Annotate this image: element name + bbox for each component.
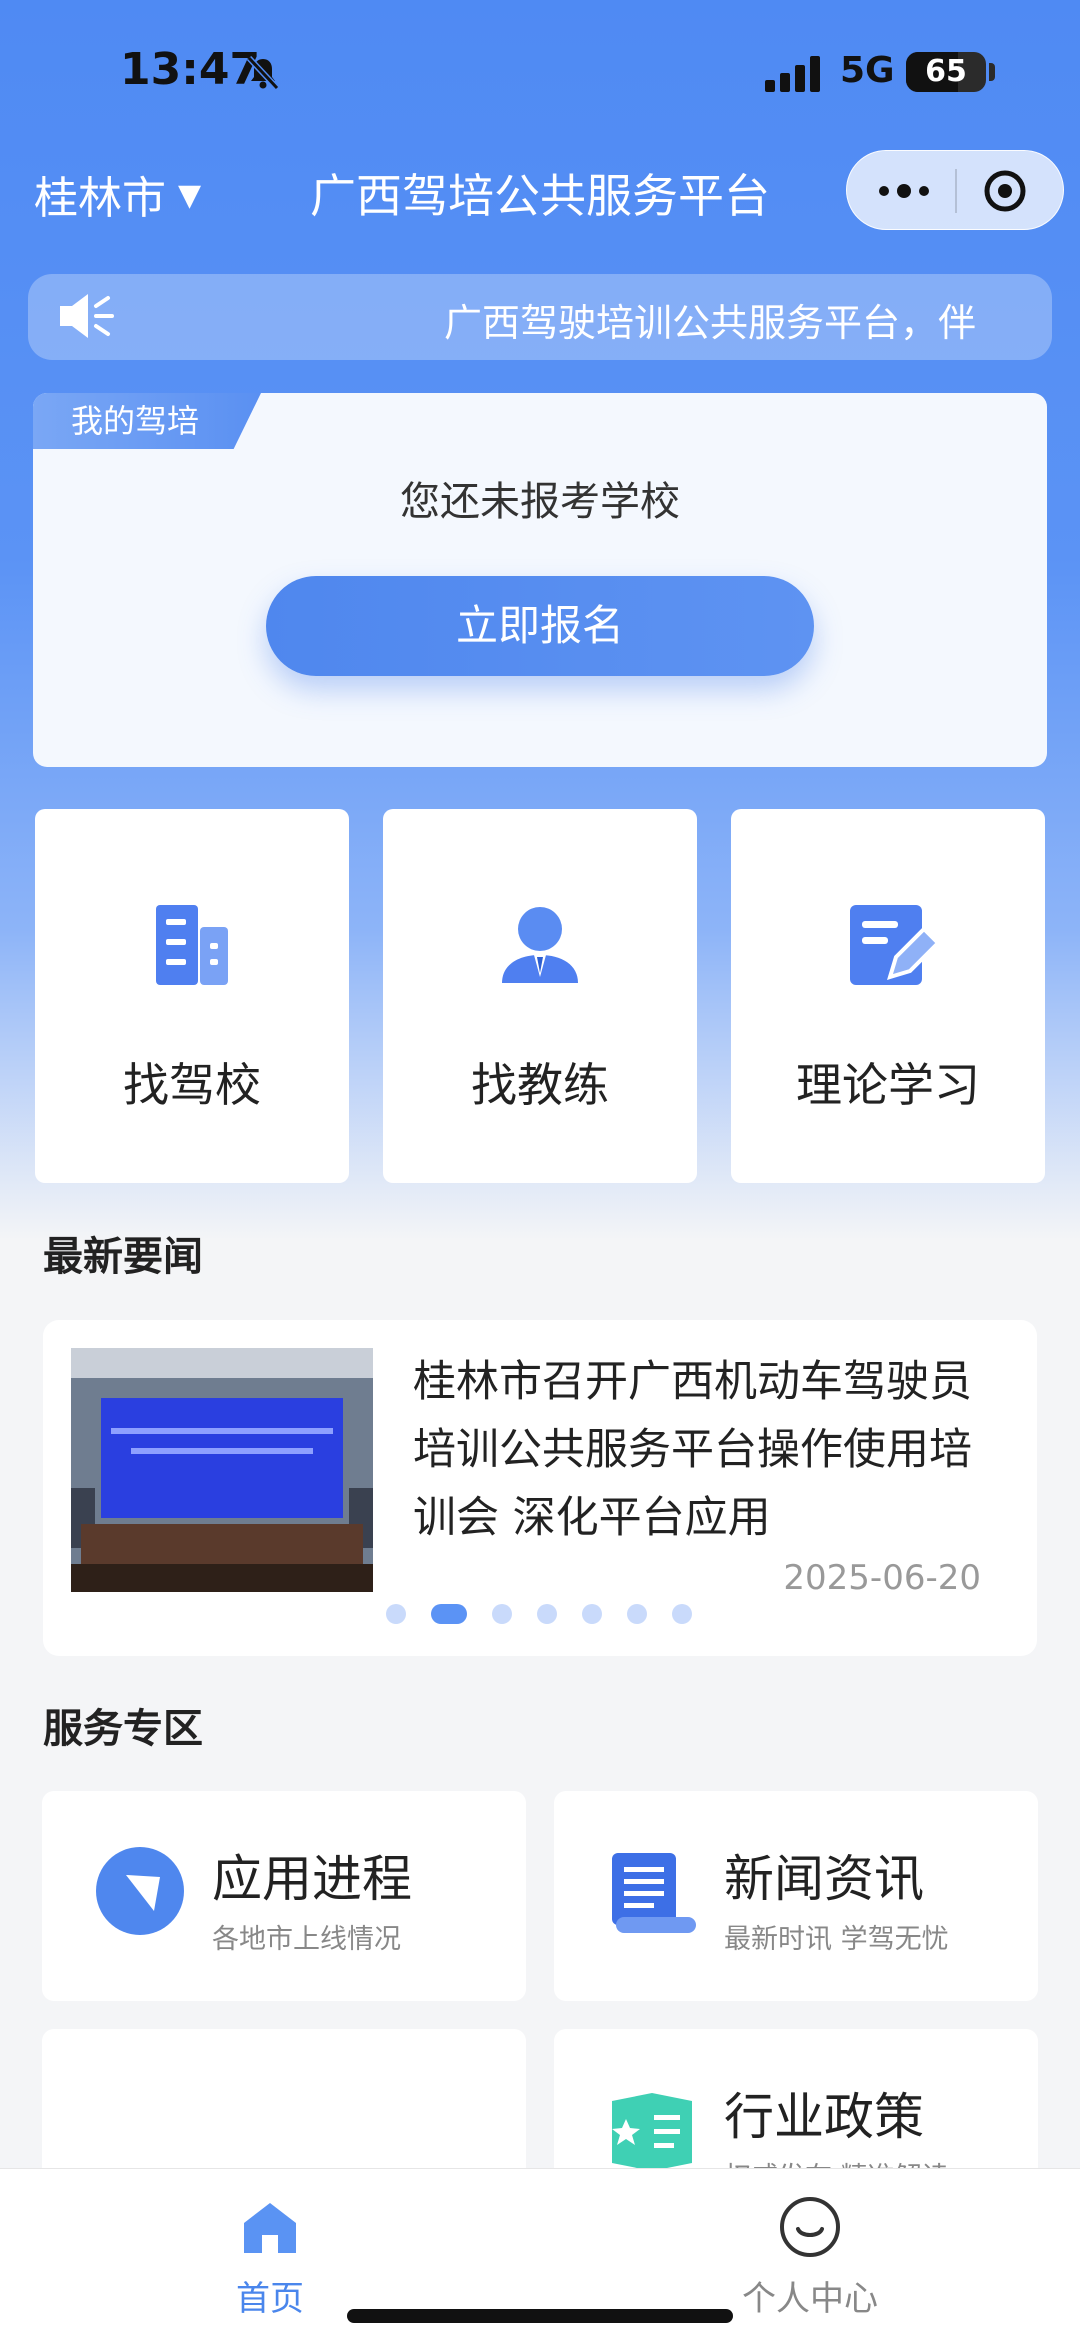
battery-indicator: 65	[906, 52, 986, 92]
app-progress-card[interactable]: 应用进程 各地市上线情况	[42, 1791, 526, 2001]
carousel-dot[interactable]	[492, 1604, 512, 1624]
find-coach-tile[interactable]: 找教练	[383, 809, 697, 1183]
service-section-title: 服务专区	[43, 1706, 203, 1752]
news-headline[interactable]: 桂林市召开广西机动车驾驶员培训公共服务平台操作使用培训会 深化平台应用	[413, 1348, 973, 1552]
carousel-dot[interactable]	[672, 1604, 692, 1624]
bell-muted-icon	[246, 55, 280, 91]
capsule-divider	[955, 169, 957, 213]
carousel-dot[interactable]	[582, 1604, 602, 1624]
signup-button[interactable]: 立即报名	[266, 576, 814, 676]
mini-program-capsule	[846, 150, 1064, 230]
news-carousel[interactable]: 桂林市召开广西机动车驾驶员培训公共服务平台操作使用培训会 深化平台应用 2025…	[43, 1320, 1037, 1656]
battery-percent: 65	[925, 54, 967, 89]
network-type: 5G	[840, 50, 895, 91]
close-target-icon[interactable]	[981, 167, 1029, 215]
carousel-dots	[43, 1604, 1037, 1624]
smile-icon	[780, 2197, 840, 2257]
more-icon[interactable]	[869, 171, 939, 211]
status-time: 13:47	[120, 44, 261, 95]
enroll-status: 您还未报考学校	[400, 479, 680, 525]
carousel-dot[interactable]	[537, 1604, 557, 1624]
my-training-card: 我的驾培 您还未报考学校 立即报名	[33, 393, 1047, 767]
scroll-icon	[612, 1853, 696, 1933]
signal-icon	[765, 56, 820, 92]
compass-icon	[96, 1847, 184, 1935]
coach-icon	[502, 907, 578, 983]
status-bar: 13:47 5G 65	[0, 0, 1080, 150]
industry-policy-title: 行业政策	[724, 2088, 924, 2146]
my-training-tag: 我的驾培	[33, 393, 261, 449]
news-info-subtitle: 最新时讯 学驾无忧	[724, 1924, 949, 1955]
notice-text: 广西驾驶培训公共服务平台，伴	[444, 301, 977, 345]
news-image[interactable]	[71, 1348, 373, 1592]
find-coach-label: 找教练	[471, 1058, 609, 1112]
app-progress-title: 应用进程	[212, 1850, 412, 1908]
news-section-title: 最新要闻	[43, 1234, 203, 1280]
app-progress-subtitle: 各地市上线情况	[212, 1924, 401, 1955]
home-indicator	[347, 2309, 733, 2323]
notice-bar[interactable]: 广西驾驶培训公共服务平台，伴	[28, 274, 1052, 360]
policy-book-icon	[612, 2093, 692, 2171]
theory-study-tile[interactable]: 理论学习	[731, 809, 1045, 1183]
study-edit-icon	[850, 905, 938, 985]
news-info-title: 新闻资讯	[724, 1850, 924, 1908]
building-icon	[156, 905, 228, 985]
carousel-dot[interactable]	[386, 1604, 406, 1624]
carousel-dot[interactable]	[627, 1604, 647, 1624]
battery-cap	[989, 63, 995, 81]
find-school-tile[interactable]: 找驾校	[35, 809, 349, 1183]
find-school-label: 找驾校	[123, 1058, 261, 1112]
news-image-scene	[71, 1348, 373, 1592]
home-icon	[244, 2203, 296, 2253]
speaker-icon	[60, 294, 114, 338]
carousel-dot[interactable]	[431, 1604, 467, 1624]
news-date: 2025-06-20	[783, 1558, 981, 1598]
news-info-card[interactable]: 新闻资讯 最新时讯 学驾无忧	[554, 1791, 1038, 2001]
theory-study-label: 理论学习	[796, 1058, 980, 1112]
